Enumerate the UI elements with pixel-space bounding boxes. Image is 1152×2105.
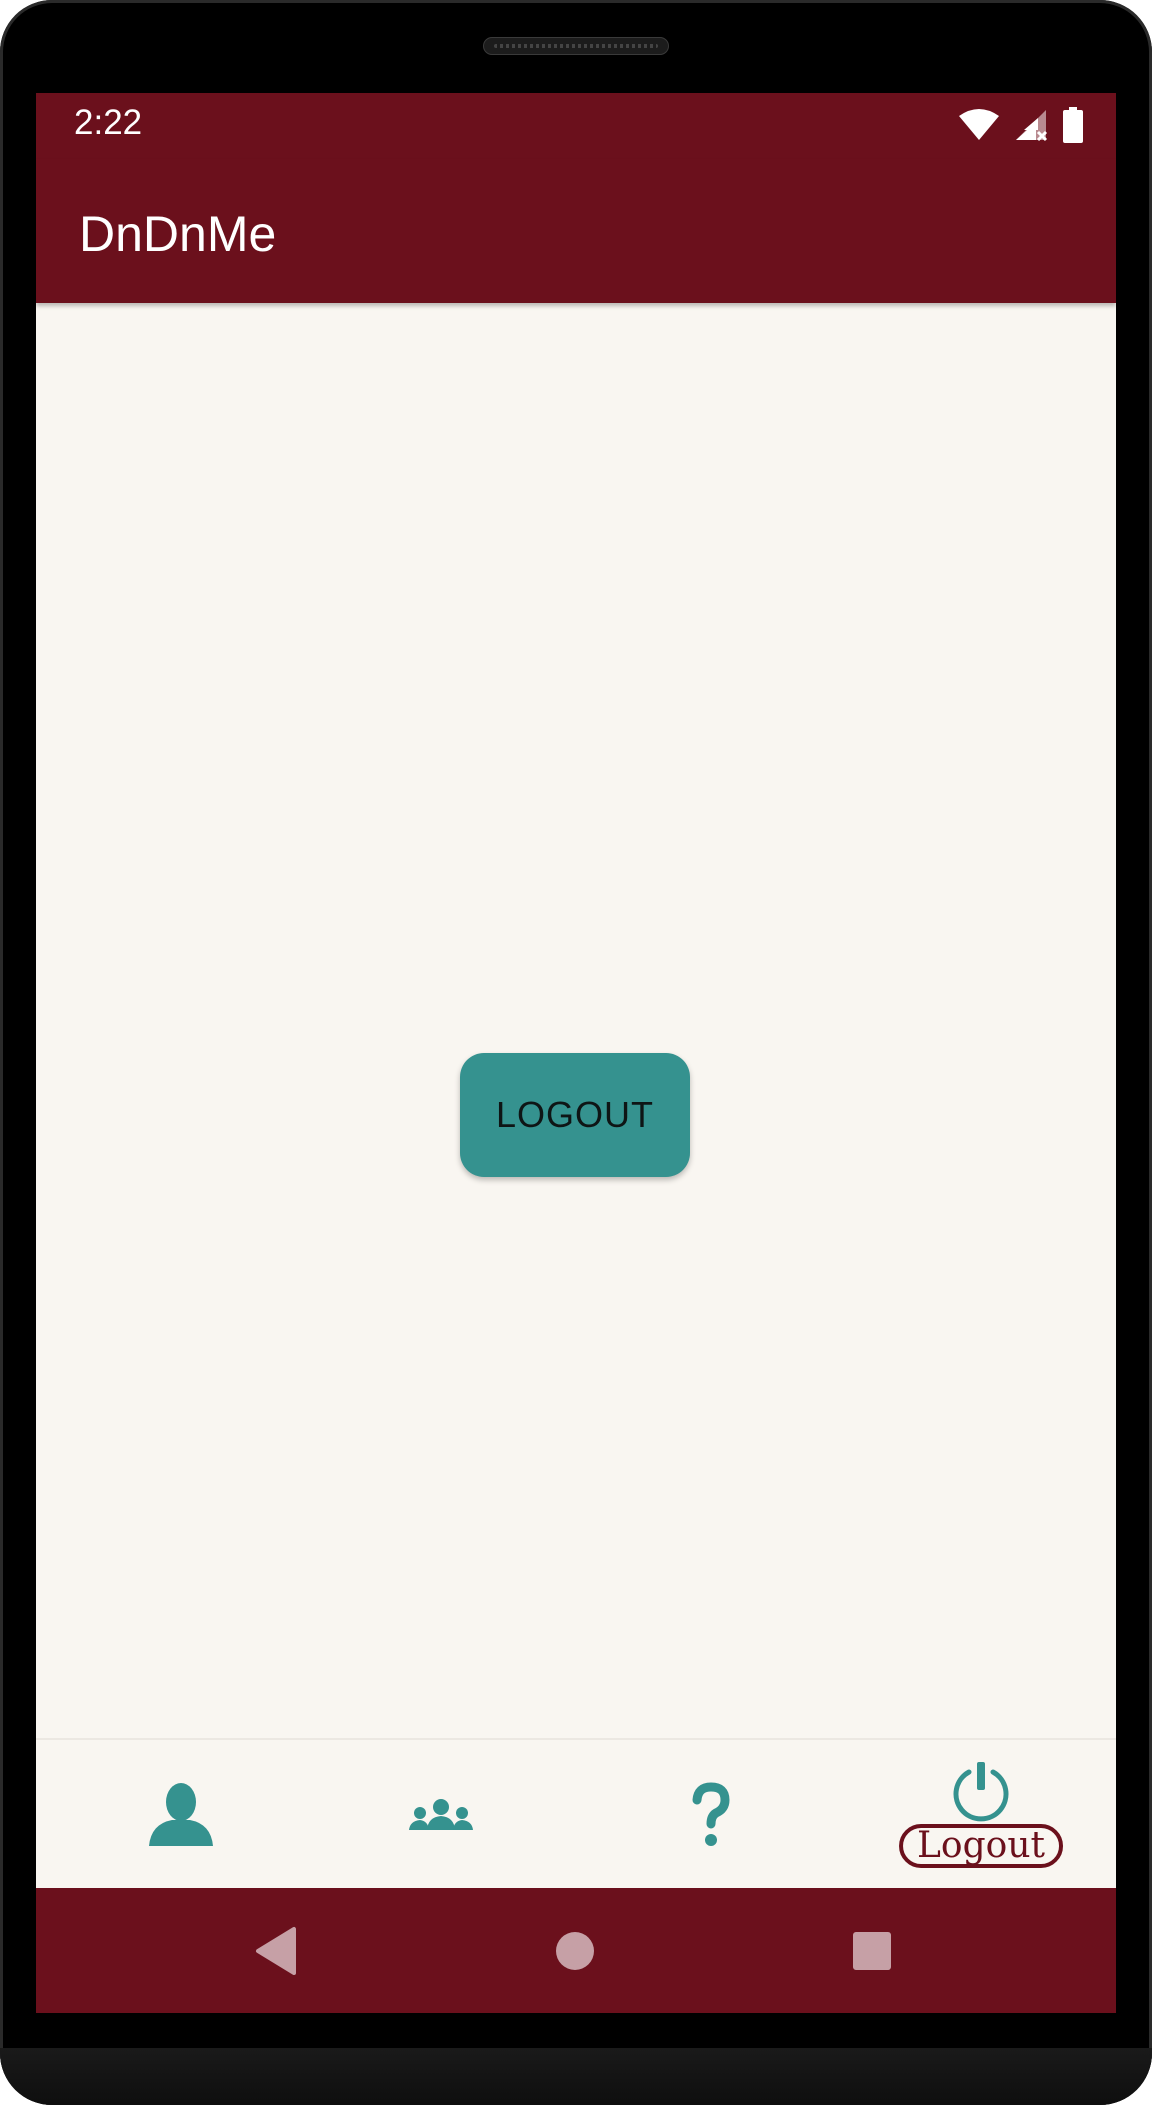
- recents-icon[interactable]: [852, 1931, 892, 1971]
- power-icon: [953, 1762, 1009, 1822]
- nav-item-help[interactable]: [576, 1740, 846, 1888]
- system-navigation-bar: [36, 1888, 1116, 2013]
- group-icon: [409, 1799, 473, 1830]
- status-icons: [958, 105, 1084, 145]
- screen: 2:22 DnDnMe LOGOUT Logout: [36, 93, 1116, 2013]
- app-bar: DnDnMe: [36, 159, 1116, 303]
- nav-item-profile[interactable]: [36, 1740, 306, 1888]
- bottom-navigation: Logout: [36, 1738, 1116, 1888]
- battery-icon: [1063, 107, 1083, 143]
- nav-item-logout[interactable]: Logout: [846, 1740, 1116, 1888]
- device-frame: 2:22 DnDnMe LOGOUT Logout: [0, 0, 1152, 2105]
- wifi-icon: [959, 109, 999, 140]
- app-title: DnDnMe: [79, 206, 277, 262]
- home-icon[interactable]: [555, 1931, 595, 1971]
- back-icon[interactable]: [254, 1926, 298, 1976]
- logout-button[interactable]: LOGOUT: [460, 1053, 690, 1177]
- status-bar: 2:22: [36, 93, 1116, 159]
- profile-icon: [149, 1783, 213, 1846]
- earpiece-speaker: [483, 37, 669, 55]
- cellular-no-signal-icon: [1016, 110, 1048, 142]
- help-icon: [692, 1782, 730, 1846]
- status-time: 2:22: [74, 103, 143, 142]
- bottom-bezel: [0, 2048, 1152, 2105]
- nav-label-logout: Logout: [899, 1824, 1063, 1868]
- main-content: LOGOUT: [36, 303, 1116, 1831]
- nav-item-group[interactable]: [306, 1740, 576, 1888]
